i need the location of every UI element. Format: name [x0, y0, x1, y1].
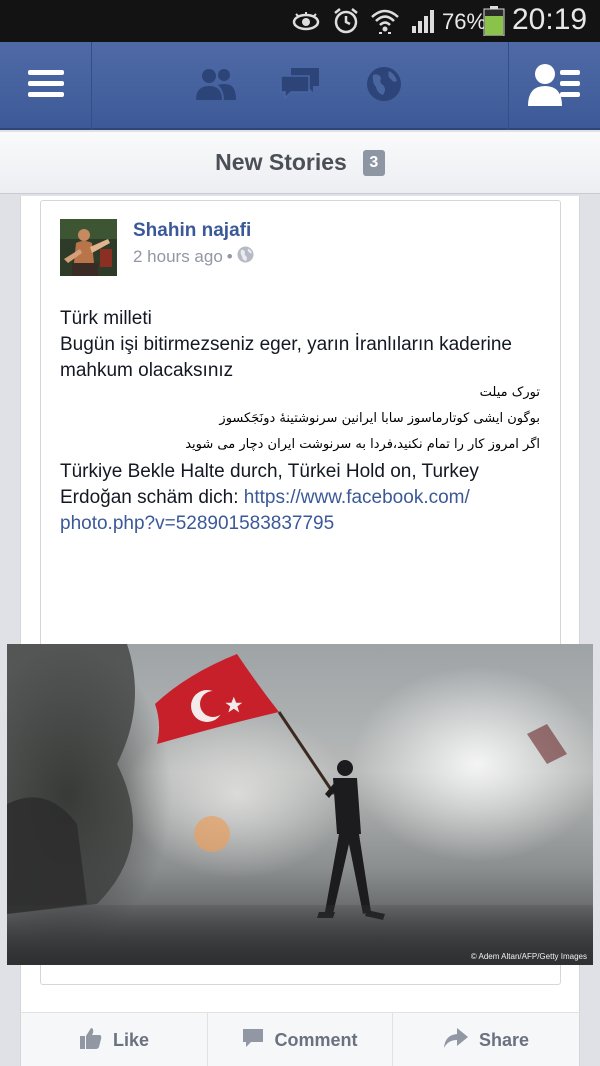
contacts-button[interactable] — [508, 42, 600, 130]
post-link-continued[interactable]: photo.php?v=528901583837795 — [60, 513, 334, 534]
share-icon — [443, 1027, 479, 1054]
share-button[interactable]: Share — [393, 1013, 579, 1066]
post-body-continued: Türkiye Bekle Halte durch, Türkei Hold o… — [60, 459, 550, 537]
like-label: Like — [112, 1029, 150, 1050]
comment-button[interactable]: Comment — [207, 1013, 393, 1066]
share-label: Share — [478, 1029, 530, 1050]
friends-icon — [194, 66, 238, 107]
comment-icon — [242, 1027, 274, 1054]
menu-icon — [27, 69, 64, 104]
post-timestamp[interactable]: 2 hours ago — [133, 247, 223, 267]
new-stories-label: New Stories — [215, 149, 347, 175]
eye-icon — [288, 6, 324, 36]
top-nav-bar — [0, 42, 600, 130]
photo-credit: © Adem Altan/AFP/Getty Images — [470, 952, 587, 961]
post-photo[interactable]: © Adem Altan/AFP/Getty Images — [7, 644, 593, 965]
notifications-button[interactable] — [348, 42, 420, 130]
post-line: Halte durch, Türkei — [180, 461, 341, 482]
post-line: Hold on, Turkey — [345, 461, 479, 482]
post-line: Bugün işi bitirmezseniz eger, yarın İran… — [60, 334, 513, 381]
globe-icon — [237, 246, 254, 268]
meta-separator: • — [226, 247, 233, 266]
globe-icon — [365, 65, 403, 108]
post-line: Türkiye Bekle — [60, 461, 176, 482]
post-meta: 2 hours ago • — [133, 246, 254, 268]
comment-label: Comment — [274, 1029, 358, 1050]
messages-button[interactable] — [264, 42, 336, 130]
battery-icon — [482, 6, 506, 36]
author-avatar[interactable] — [60, 219, 117, 276]
wifi-icon — [368, 6, 402, 36]
post-line-rtl: بوگون ایشی کوتارماسوز سابا ایرانین سرنوش… — [219, 411, 540, 426]
messages-icon — [279, 66, 321, 107]
alarm-icon — [330, 6, 362, 36]
signal-icon — [408, 6, 440, 36]
post-link[interactable]: https://www.facebook.com/ — [244, 487, 470, 508]
contacts-icon — [527, 62, 582, 111]
post-line: Erdoğan schäm dich: — [60, 487, 239, 508]
battery-percent: 76% — [442, 9, 487, 34]
new-stories-bar[interactable]: New Stories 3 — [0, 132, 600, 194]
post-line-rtl: اگر امروز کار را تمام نکنید،فردا به سرنو… — [185, 437, 540, 452]
status-bar: 76% 20:19 — [0, 0, 600, 42]
friend-requests-button[interactable] — [180, 42, 252, 130]
thumbs-up-icon — [79, 1026, 113, 1055]
post-action-bar: Like Comment Share — [20, 1012, 580, 1066]
author-name-link[interactable]: Shahin najafi — [133, 220, 251, 242]
post-body: Türk milleti Bugün işi bitirmezseniz ege… — [60, 306, 550, 384]
clock: 20:19 — [512, 3, 588, 36]
new-stories-count-badge: 3 — [362, 149, 385, 176]
post-line-rtl: تورک میلت — [479, 385, 540, 400]
menu-button[interactable] — [0, 42, 92, 130]
like-button[interactable]: Like — [21, 1013, 207, 1066]
post-line: Türk milleti — [60, 308, 152, 329]
post-body-persian: تورک میلت بوگون ایشی کوتارماسوز سابا ایر… — [60, 380, 540, 458]
